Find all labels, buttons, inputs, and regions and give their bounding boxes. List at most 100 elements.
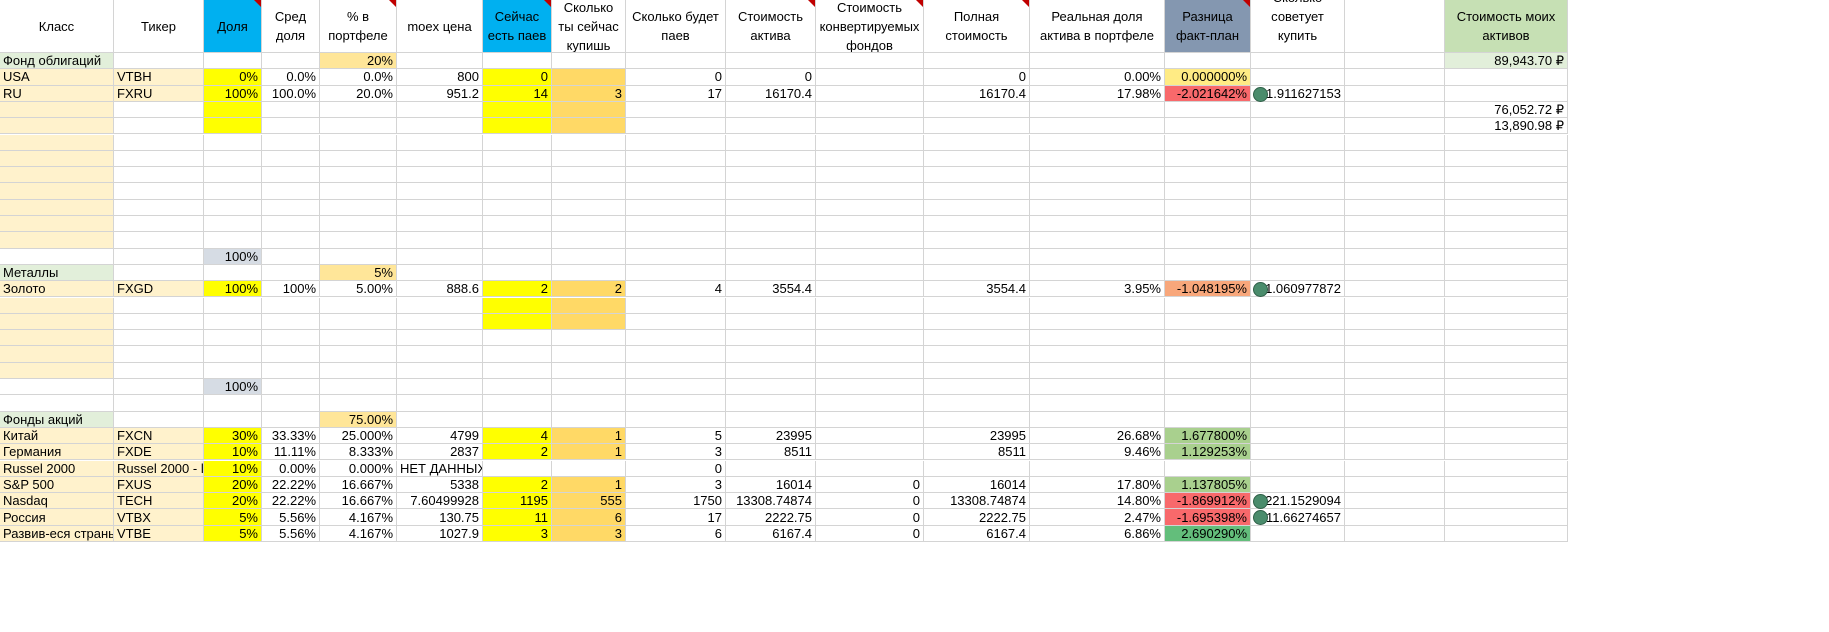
cell-empty[interactable] xyxy=(924,134,1030,151)
header-moex-price[interactable]: moex цена xyxy=(397,0,483,53)
cell-units-now[interactable] xyxy=(483,101,552,119)
cell-emerging-units-buy[interactable]: 3 xyxy=(552,525,626,542)
cell-empty[interactable] xyxy=(1165,297,1251,314)
cell-empty[interactable] xyxy=(483,199,552,216)
cell-empty[interactable] xyxy=(114,411,204,428)
cell-sp500-class[interactable]: S&P 500 xyxy=(0,476,114,494)
cell-germany-class[interactable]: Германия xyxy=(0,444,114,461)
cell-gold-units-buy[interactable]: 2 xyxy=(552,281,626,298)
cell-empty[interactable] xyxy=(320,248,397,265)
cell-russia-moex-price[interactable]: 130.75 xyxy=(397,509,483,526)
cell-empty[interactable] xyxy=(816,199,924,216)
cell-empty[interactable] xyxy=(1345,183,1445,200)
cell-empty[interactable] xyxy=(1345,199,1445,216)
header-avg-share[interactable]: Сред доля xyxy=(262,0,320,53)
cell-empty[interactable] xyxy=(320,379,397,396)
cell-units-buy[interactable] xyxy=(552,118,626,135)
cell-empty[interactable] xyxy=(1251,199,1345,216)
cell-ru-class[interactable]: RU xyxy=(0,85,114,102)
cell-empty[interactable] xyxy=(0,248,114,265)
cell-empty[interactable] xyxy=(726,150,816,168)
cell-china-units-total[interactable]: 5 xyxy=(626,427,726,445)
cell-empty[interactable] xyxy=(816,362,924,379)
cell-china-ticker[interactable]: FXCN xyxy=(114,427,204,445)
section-metals-percent[interactable]: 5% xyxy=(320,264,397,282)
cell-empty[interactable] xyxy=(1030,313,1165,331)
cell-usa-asset-value[interactable]: 0 xyxy=(726,69,816,86)
summary-value-3[interactable]: 13,890.98 ₽ xyxy=(1445,118,1568,135)
cell-empty[interactable] xyxy=(626,118,726,135)
cell-empty[interactable] xyxy=(262,199,320,216)
cell-russell-share[interactable]: 10% xyxy=(204,460,262,477)
cell-class[interactable] xyxy=(0,216,114,233)
section-bonds-label[interactable]: Фонд облигаций xyxy=(0,53,114,70)
cell-russia-share[interactable]: 5% xyxy=(204,509,262,526)
cell-russell-blank[interactable] xyxy=(1345,460,1445,477)
header-ticker[interactable]: Тикер xyxy=(114,0,204,53)
cell-china-math-buy[interactable] xyxy=(1251,427,1345,445)
cell-gold-ticker[interactable]: FXGD xyxy=(114,281,204,298)
cell-empty[interactable] xyxy=(397,379,483,396)
cell-russell-full-value[interactable] xyxy=(924,460,1030,477)
cell-empty[interactable] xyxy=(483,53,552,70)
cell-emerging-real-share[interactable]: 6.86% xyxy=(1030,525,1165,542)
cell-china-class[interactable]: Китай xyxy=(0,427,114,445)
cell-empty[interactable] xyxy=(114,232,204,249)
cell-germany-units-buy[interactable]: 1 xyxy=(552,444,626,461)
cell-sp500-units-buy[interactable]: 1 xyxy=(552,476,626,494)
cell-empty[interactable] xyxy=(1445,167,1568,184)
cell-empty[interactable] xyxy=(816,167,924,184)
cell-germany-units-now[interactable]: 2 xyxy=(483,444,552,461)
summary-total[interactable]: 89,943.70 ₽ xyxy=(1445,53,1568,70)
cell-russell-avg-share[interactable]: 0.00% xyxy=(262,460,320,477)
cell-empty[interactable] xyxy=(1165,183,1251,200)
cell-ru-my-assets[interactable] xyxy=(1445,85,1568,102)
cell-empty[interactable] xyxy=(924,199,1030,216)
cell-empty[interactable] xyxy=(552,395,626,412)
cell-empty[interactable] xyxy=(262,330,320,347)
cell-emerging-convert-value[interactable]: 0 xyxy=(816,525,924,542)
cell-emerging-avg-share[interactable]: 5.56% xyxy=(262,525,320,542)
header-math-buy[interactable]: Сколько советует купить математика xyxy=(1251,0,1345,53)
cell-empty[interactable] xyxy=(924,395,1030,412)
cell-empty[interactable] xyxy=(1345,379,1445,396)
cell-empty[interactable] xyxy=(1345,411,1445,428)
cell-class[interactable] xyxy=(0,297,114,314)
cell-empty[interactable] xyxy=(1030,379,1165,396)
cell-empty[interactable] xyxy=(483,346,552,363)
cell-empty[interactable] xyxy=(1030,232,1165,249)
cell-empty[interactable] xyxy=(262,101,320,119)
cell-empty[interactable] xyxy=(397,264,483,282)
header-units-buy[interactable]: Сколько ты сейчас купишь xyxy=(552,0,626,53)
cell-nasdaq-units-buy[interactable]: 555 xyxy=(552,493,626,510)
cell-empty[interactable] xyxy=(816,346,924,363)
cell-empty[interactable] xyxy=(1030,199,1165,216)
cell-gold-convert-value[interactable] xyxy=(816,281,924,298)
cell-russell-convert-value[interactable] xyxy=(816,460,924,477)
cell-china-full-value[interactable]: 23995 xyxy=(924,427,1030,445)
cell-empty[interactable] xyxy=(397,199,483,216)
cell-empty[interactable] xyxy=(114,362,204,379)
cell-empty[interactable] xyxy=(1165,216,1251,233)
cell-empty[interactable] xyxy=(626,379,726,396)
cell-empty[interactable] xyxy=(726,395,816,412)
cell-empty[interactable] xyxy=(726,379,816,396)
cell-emerging-asset-value[interactable]: 6167.4 xyxy=(726,525,816,542)
cell-gold-asset-value[interactable]: 3554.4 xyxy=(726,281,816,298)
cell-units-buy[interactable] xyxy=(552,313,626,331)
cell-germany-ticker[interactable]: FXDE xyxy=(114,444,204,461)
cell-sp500-units-total[interactable]: 3 xyxy=(626,476,726,494)
cell-china-convert-value[interactable] xyxy=(816,427,924,445)
header-real-share[interactable]: Реальная доля актива в портфеле xyxy=(1030,0,1165,53)
cell-empty[interactable] xyxy=(262,297,320,314)
cell-empty[interactable] xyxy=(1251,232,1345,249)
cell-russell-real-share[interactable] xyxy=(1030,460,1165,477)
cell-sp500-math-buy[interactable] xyxy=(1251,476,1345,494)
cell-empty[interactable] xyxy=(1345,118,1445,135)
cell-empty[interactable] xyxy=(1445,232,1568,249)
cell-russia-asset-value[interactable]: 2222.75 xyxy=(726,509,816,526)
cell-emerging-math-buy[interactable] xyxy=(1251,525,1345,542)
cell-empty[interactable] xyxy=(1445,216,1568,233)
cell-emerging-class[interactable]: Развив-еся страны xyxy=(0,525,114,542)
cell-empty[interactable] xyxy=(0,395,114,412)
